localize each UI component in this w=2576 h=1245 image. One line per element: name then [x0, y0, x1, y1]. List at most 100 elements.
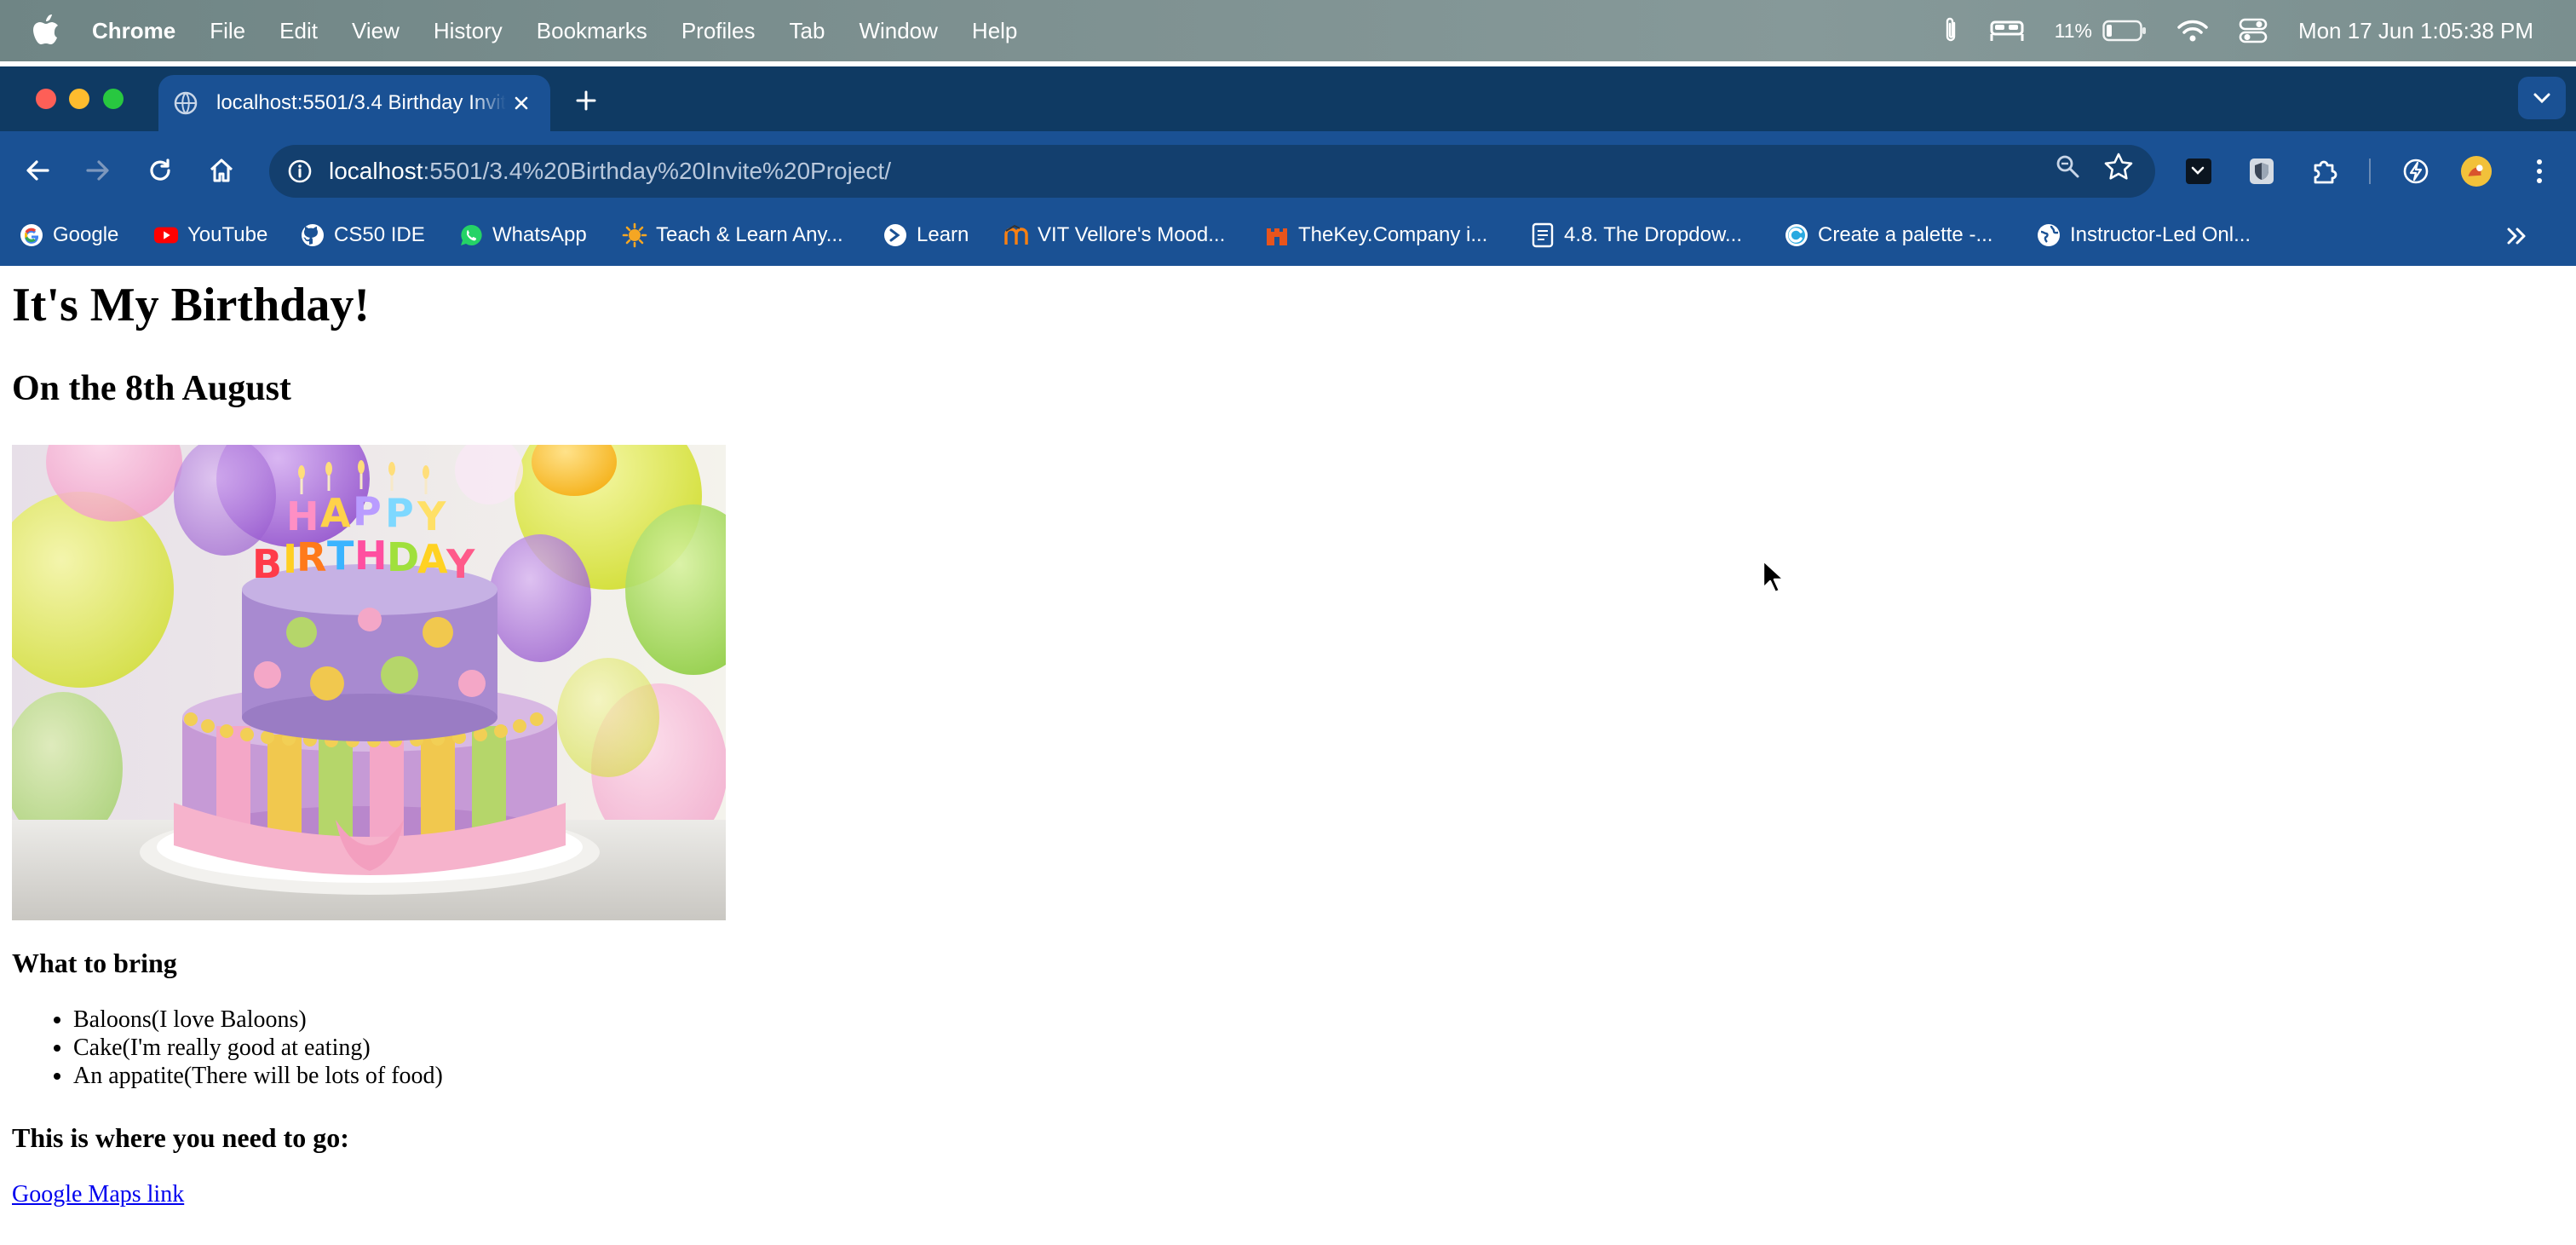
close-tab-icon[interactable] [508, 89, 535, 117]
svg-text:Y: Y [417, 493, 446, 539]
doc-icon [1530, 222, 1555, 248]
terminal-extension-icon[interactable] [2182, 155, 2215, 187]
menu-file[interactable]: File [210, 18, 245, 44]
forward-arrow-icon[interactable] [79, 152, 117, 189]
zoom-window-button[interactable] [103, 89, 124, 109]
bring-list: Baloons(I love Baloons) Cake(I'm really … [12, 1006, 443, 1090]
toolbar-divider [2369, 159, 2371, 184]
macos-menu-bar: Chrome File Edit View History Bookmarks … [0, 0, 2576, 61]
menu-profiles[interactable]: Profiles [681, 18, 756, 44]
svg-text:B: B [252, 541, 282, 587]
menu-window[interactable]: Window [859, 18, 937, 44]
event-date: On the 8th August [12, 369, 291, 408]
bring-heading: What to bring [12, 948, 177, 978]
apple-logo-icon[interactable] [32, 14, 63, 48]
svg-text:P: P [353, 488, 382, 534]
bookmark-label: TheKey.Company i... [1298, 223, 1488, 246]
url-path: :5501/3.4%20Birthday%20Invite%20Project/ [423, 158, 891, 184]
svg-text:R: R [296, 534, 326, 580]
globe-favicon-icon [174, 90, 199, 116]
battery-icon[interactable] [2102, 20, 2147, 42]
palette-icon [1784, 222, 1809, 248]
bookmark-create-palette[interactable]: Create a palette -... [1784, 220, 1992, 251]
puzzle-extensions-icon[interactable] [2309, 155, 2341, 187]
svg-text:I: I [283, 536, 297, 582]
tab-active[interactable]: localhost:5501/3.4 Birthday Invite [158, 75, 550, 131]
menu-tab[interactable]: Tab [790, 18, 825, 44]
youtube-icon [153, 222, 179, 248]
svg-text:H: H [354, 533, 388, 579]
clock[interactable]: Mon 17 Jun 1:05:38 PM [2298, 18, 2533, 44]
wifi-icon[interactable] [2177, 19, 2208, 43]
bookmark-vit-moodle[interactable]: VIT Vellore's Mood... [1003, 220, 1225, 251]
more-menu-kebab-icon[interactable] [2523, 155, 2556, 187]
bookmark-label: CS50 IDE [334, 223, 425, 246]
github-icon [300, 222, 325, 248]
google-maps-link[interactable]: Google Maps link [12, 1181, 184, 1208]
address-bar[interactable]: localhost:5501/3.4%20Birthday%20Invite%2… [269, 145, 2155, 198]
bookmarks-overflow-chevron-icon[interactable] [2503, 223, 2530, 249]
bookmark-star-icon[interactable] [2104, 153, 2133, 180]
bookmark-instructor-led[interactable]: Instructor-Led Onl... [2036, 220, 2251, 251]
bookmark-learn[interactable]: Learn [883, 220, 969, 251]
castle-icon [1264, 222, 1290, 248]
list-item: Cake(I'm really good at eating) [73, 1034, 443, 1062]
bookmark-dropdown-doc[interactable]: 4.8. The Dropdow... [1530, 220, 1742, 251]
menu-edit[interactable]: Edit [279, 18, 318, 44]
bookmark-label: 4.8. The Dropdow... [1564, 223, 1743, 246]
whatsapp-icon [458, 222, 484, 248]
menu-bookmarks[interactable]: Bookmarks [537, 18, 647, 44]
minimize-window-button[interactable] [69, 89, 89, 109]
paperclip-icon[interactable] [1942, 16, 1959, 45]
control-center-icon[interactable] [2239, 18, 2268, 43]
menu-help[interactable]: Help [972, 18, 1017, 44]
google-icon [19, 222, 44, 248]
moodle-icon [1003, 222, 1029, 248]
svg-text:D: D [387, 534, 419, 580]
svg-text:A: A [320, 490, 351, 536]
site-info-icon[interactable] [281, 153, 319, 190]
tab-search-chevron-icon[interactable] [2518, 77, 2566, 119]
bookmark-teach-learn[interactable]: Teach & Learn Any... [622, 220, 843, 251]
url-host: localhost [329, 158, 423, 184]
menubar-status-area: 11% Mon 17 Jun 1:05:38 PM [1942, 0, 2576, 61]
bookmark-label: VIT Vellore's Mood... [1038, 223, 1226, 246]
bookmark-label: YouTube [187, 223, 268, 246]
svg-text:P: P [385, 490, 414, 536]
new-tab-plus-icon[interactable] [569, 84, 603, 118]
back-arrow-icon[interactable] [19, 152, 56, 189]
bookmark-label: Google [53, 223, 119, 246]
shield-extension-icon[interactable] [2245, 155, 2278, 187]
tab-title: localhost:5501/3.4 Birthday Invite [216, 91, 506, 114]
bookmark-label: Instructor-Led Onl... [2070, 223, 2251, 246]
battery-percent: 11% [2054, 19, 2092, 42]
bookmark-whatsapp[interactable]: WhatsApp [458, 220, 587, 251]
bookmark-cs50-ide[interactable]: CS50 IDE [300, 220, 425, 251]
globe-icon [2036, 222, 2061, 248]
bookmark-youtube[interactable]: YouTube [153, 220, 267, 251]
home-icon[interactable] [203, 152, 240, 189]
list-item: An appatite(There will be lots of food) [73, 1062, 443, 1090]
menu-chrome[interactable]: Chrome [92, 18, 175, 44]
web-page: It's My Birthday! On the 8th August H A … [0, 266, 2576, 1245]
learn-icon [883, 222, 908, 248]
svg-text:Y: Y [446, 541, 475, 587]
bookmark-thekey-company[interactable]: TheKey.Company i... [1264, 220, 1487, 251]
location-heading: This is where you need to go: [12, 1122, 349, 1153]
menu-view[interactable]: View [352, 18, 400, 44]
bed-icon[interactable] [1990, 19, 2024, 43]
bookmark-label: Learn [917, 223, 969, 246]
mouse-pointer-icon [1762, 559, 1785, 594]
svg-text:H: H [286, 493, 319, 539]
zoom-magnifier-icon[interactable] [2055, 153, 2080, 179]
close-window-button[interactable] [36, 89, 56, 109]
svg-text:A: A [417, 536, 448, 582]
menu-history[interactable]: History [434, 18, 503, 44]
url-text[interactable]: localhost:5501/3.4%20Birthday%20Invite%2… [329, 158, 891, 185]
bookmark-google[interactable]: Google [19, 220, 118, 251]
omnibox-actions [2031, 153, 2133, 180]
energy-saver-icon[interactable] [2400, 155, 2432, 187]
profile-avatar[interactable] [2460, 155, 2493, 187]
reload-icon[interactable] [141, 152, 179, 189]
svg-text:T: T [327, 533, 354, 579]
